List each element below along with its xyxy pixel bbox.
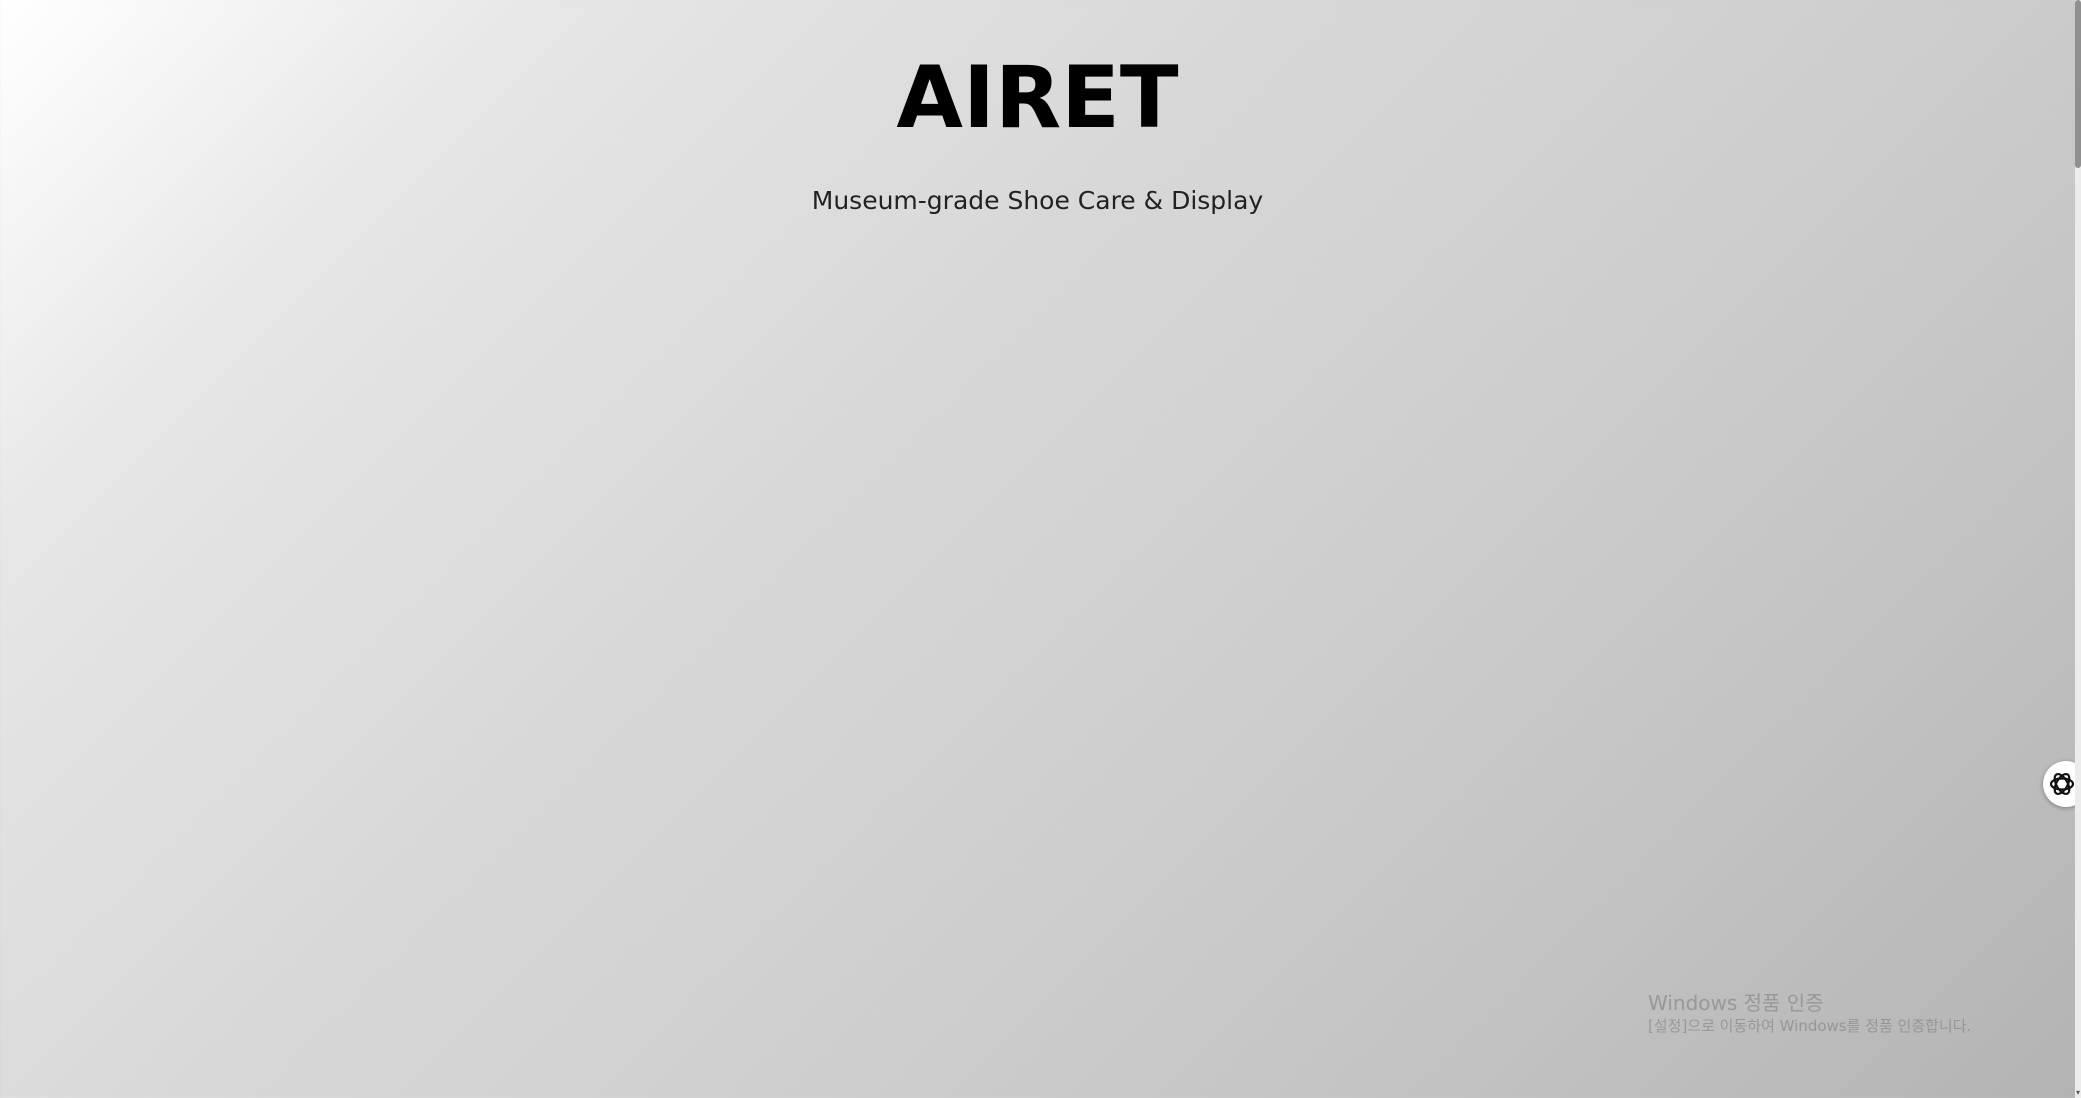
brand-title: AIRET (896, 48, 1179, 148)
scroll-down-arrow-icon[interactable]: ▾ (2075, 1088, 2081, 1098)
scrollbar-thumb[interactable] (2075, 0, 2081, 168)
openai-knot-icon (2049, 772, 2075, 796)
vertical-scrollbar[interactable]: ▾ (2075, 0, 2081, 1098)
page: AIRET Museum-grade Shoe Care & Display W… (0, 0, 2081, 1098)
watermark-subtitle: [설정]으로 이동하여 Windows를 정품 인증합니다. (1648, 1017, 1972, 1035)
watermark-title: Windows 정품 인증 (1648, 991, 1824, 1015)
brand-tagline: Museum-grade Shoe Care & Display (811, 186, 1264, 215)
windows-activation-watermark: Windows 정품 인증 [설정]으로 이동하여 Windows를 정품 인증… (1648, 990, 1971, 1036)
